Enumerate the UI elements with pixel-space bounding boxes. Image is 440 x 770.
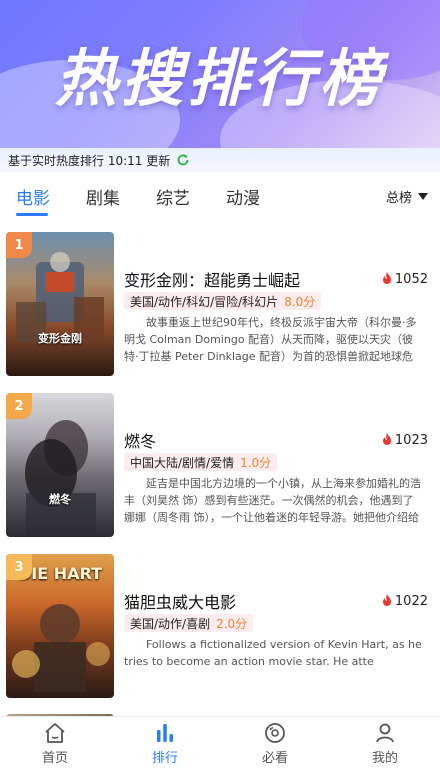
genre-text: 美国/动作/科幻/冒险/科幻片 [130, 294, 279, 309]
banner-title: 热搜排行榜 [54, 42, 385, 115]
ranking-icon [157, 724, 173, 742]
movie-title[interactable]: 燃冬 [124, 428, 156, 452]
movie-description: Follows a fictionalized version of Kevin… [124, 638, 422, 668]
heat-value: 1022 [394, 593, 428, 609]
movie-description: 故事重返上世纪90年代，终极反派宇宙大帝（科尔曼·多明戈 Colman Domi… [124, 316, 417, 363]
tab-series[interactable]: 剧集 [86, 172, 140, 220]
heat-value: 1052 [394, 271, 428, 287]
nav-label: 排行 [151, 751, 178, 766]
rank-badge: 1 [6, 232, 32, 258]
profile-icon [376, 723, 394, 743]
genre-text: 中国大陆/剧情/爱情 [130, 455, 235, 470]
nav-home[interactable]: 首页 [0, 717, 110, 770]
genre-text: 美国/动作/喜剧 [130, 616, 211, 631]
list-item[interactable]: 燃冬 2 燃冬 1023 中国大陆/剧情/爱情 1.0分 延吉是中国北方边境的一… [0, 389, 440, 550]
title-row: 变形金刚：超能勇士崛起 1052 [124, 268, 428, 290]
list-item[interactable]: 变形金刚 1 变形金刚：超能勇士崛起 1052 美国/动作/科幻/冒险/科幻片 … [0, 228, 440, 389]
movie-poster[interactable]: DIE HART 3 [6, 554, 114, 698]
heat-score: 1052 [381, 272, 428, 287]
title-row: 猫胆虫威大电影 1022 [124, 590, 428, 612]
title-row: 燃冬 1023 [124, 429, 428, 451]
heat-score: 1023 [381, 433, 428, 448]
chevron-down-icon [418, 192, 428, 200]
poster-caption: 燃冬 [49, 493, 71, 506]
ranking-list: 变形金刚 1 变形金刚：超能勇士崛起 1052 美国/动作/科幻/冒险/科幻片 … [0, 228, 440, 711]
heat-value: 1023 [394, 432, 428, 448]
nav-profile[interactable]: 我的 [330, 717, 440, 770]
fire-icon [382, 433, 391, 445]
sort-dropdown[interactable]: 总榜 [386, 172, 428, 220]
movie-title[interactable]: 猫胆虫威大电影 [124, 589, 236, 613]
update-text: 基于实时热度排行 10:11 更新 [8, 153, 171, 168]
update-status-bar: 基于实时热度排行 10:11 更新 [0, 148, 440, 172]
nav-label: 我的 [371, 751, 398, 766]
genre-tags: 美国/动作/科幻/冒险/科幻片 8.0分 [124, 292, 322, 310]
refresh-icon[interactable] [176, 153, 190, 167]
rating-score: 1.0分 [240, 455, 272, 470]
movie-title[interactable]: 变形金刚：超能勇士崛起 [124, 267, 300, 291]
genre-tags: 美国/动作/喜剧 2.0分 [124, 614, 254, 632]
nav-must-watch[interactable]: 必看 [220, 717, 330, 770]
movie-description: 延吉是中国北方边境的一个小镇，从上海来参加婚礼的浩丰（刘昊然 饰）感到有些迷茫。… [124, 477, 421, 524]
poster-caption: 变形金刚 [38, 332, 82, 345]
movie-poster[interactable]: 变形金刚 1 [6, 232, 114, 376]
rank-badge: 3 [6, 554, 32, 580]
fire-icon [382, 272, 391, 284]
list-item[interactable]: DIE HART 3 猫胆虫威大电影 1022 美国/动作/喜剧 2.0分 Fo… [0, 550, 440, 711]
tab-anime[interactable]: 动漫 [226, 172, 280, 220]
tab-movies[interactable]: 电影 [16, 172, 70, 220]
tab-variety[interactable]: 综艺 [156, 172, 210, 220]
bottom-navigation: 首页 排行 必看 我的 [0, 716, 440, 770]
category-tabs: 电影 剧集 综艺 动漫 总榜 [0, 172, 440, 220]
fire-icon [382, 594, 391, 606]
movie-poster[interactable]: 燃冬 2 [6, 393, 114, 537]
rating-score: 8.0分 [284, 294, 316, 309]
nav-ranking[interactable]: 排行 [110, 717, 220, 770]
heat-score: 1022 [381, 594, 428, 609]
nav-label: 必看 [261, 751, 288, 766]
rating-score: 2.0分 [216, 616, 248, 631]
must-watch-icon [265, 723, 285, 743]
home-icon [45, 723, 65, 743]
nav-label: 首页 [41, 751, 68, 766]
rank-badge: 2 [6, 393, 32, 419]
genre-tags: 中国大陆/剧情/爱情 1.0分 [124, 453, 278, 471]
hero-banner: 热搜排行榜 [0, 0, 440, 148]
sort-label: 总榜 [385, 190, 412, 206]
